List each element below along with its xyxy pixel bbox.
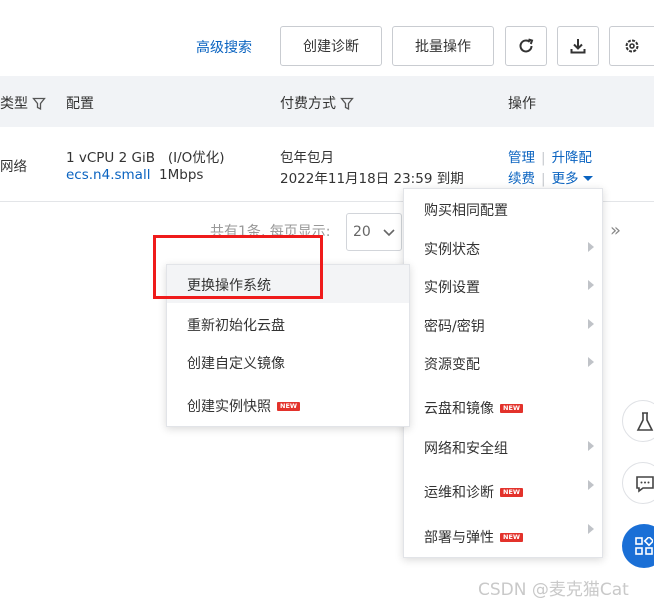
instance-type: ecs.n4.small 1Mbps bbox=[66, 167, 203, 183]
header-config: 配置 bbox=[66, 96, 94, 112]
next-page-icon[interactable]: » bbox=[610, 220, 621, 241]
download-button[interactable] bbox=[557, 26, 599, 66]
bandwidth: 1Mbps bbox=[159, 167, 204, 183]
filter-icon[interactable] bbox=[340, 97, 354, 111]
chevron-right-icon bbox=[588, 480, 594, 490]
chevron-right-icon bbox=[588, 524, 594, 534]
chevron-right-icon bbox=[588, 441, 594, 451]
network-type: 网络 bbox=[0, 159, 27, 175]
new-badge: NEW bbox=[500, 404, 524, 413]
manage-link[interactable]: 管理 bbox=[508, 150, 535, 166]
floating-lab-button[interactable] bbox=[622, 400, 654, 442]
submenu-item-create-snapshot[interactable]: 创建实例快照 NEW bbox=[187, 396, 301, 416]
instance-type-link[interactable]: ecs.n4.small bbox=[66, 167, 150, 183]
chat-icon bbox=[636, 476, 654, 493]
chevron-right-icon bbox=[588, 280, 594, 290]
header-type[interactable]: 类型 bbox=[0, 93, 46, 113]
renew-link[interactable]: 续费 bbox=[508, 171, 535, 187]
watermark-text: CSDN @麦克猫Cat bbox=[478, 580, 629, 600]
caret-down-icon bbox=[582, 176, 593, 181]
chevron-right-icon bbox=[588, 357, 594, 367]
chevron-right-icon bbox=[588, 319, 594, 329]
floating-apps-button[interactable] bbox=[622, 524, 654, 568]
action-links-1: 管理 | 升降配 bbox=[508, 150, 593, 166]
refresh-icon bbox=[519, 38, 534, 53]
header-payment[interactable]: 付费方式 bbox=[280, 93, 354, 113]
more-actions-dropdown: 购买相同配置 实例状态 实例设置 密码/密钥 资源变配 云盘和镜像 NEW 网络和… bbox=[403, 188, 603, 558]
refresh-button[interactable] bbox=[505, 26, 547, 66]
advanced-search-link[interactable]: 高级搜索 bbox=[196, 37, 252, 57]
menu-item-deploy-elastic[interactable]: 部署与弹性 NEW bbox=[424, 527, 524, 547]
menu-item-resource-change[interactable]: 资源变配 bbox=[424, 354, 480, 374]
menu-item-ops-diagnosis[interactable]: 运维和诊断 NEW bbox=[424, 482, 524, 502]
chevron-down-icon bbox=[383, 229, 395, 237]
menu-item-disk-image[interactable]: 云盘和镜像 NEW bbox=[424, 398, 524, 418]
menu-item-instance-status[interactable]: 实例状态 bbox=[424, 239, 480, 259]
submenu-item-create-image[interactable]: 创建自定义镜像 bbox=[187, 353, 285, 373]
apps-grid-icon bbox=[635, 537, 653, 555]
expire-time: 2022年11月18日 23:59 到期 bbox=[280, 171, 464, 187]
header-actions: 操作 bbox=[508, 96, 536, 112]
page-size-select[interactable]: 20 bbox=[346, 213, 402, 251]
menu-item-network-security[interactable]: 网络和安全组 bbox=[424, 438, 508, 458]
spec-text: 1 vCPU 2 GiB (I/O优化) bbox=[66, 150, 225, 166]
table-header: 类型 配置 付费方式 操作 bbox=[0, 76, 654, 127]
batch-operation-label: 批量操作 bbox=[415, 39, 471, 55]
flask-icon bbox=[636, 412, 654, 431]
create-diagnosis-button[interactable]: 创建诊断 bbox=[280, 26, 382, 66]
create-diagnosis-label: 创建诊断 bbox=[303, 39, 359, 55]
submenu-item-reinit-disk[interactable]: 重新初始化云盘 bbox=[187, 315, 285, 335]
more-link[interactable]: 更多 bbox=[552, 171, 593, 187]
upgrade-link[interactable]: 升降配 bbox=[552, 150, 593, 166]
annotation-highlight-box bbox=[153, 235, 323, 299]
new-badge: NEW bbox=[277, 402, 301, 411]
billing-method: 包年包月 bbox=[280, 150, 334, 166]
download-icon bbox=[570, 39, 586, 54]
floating-chat-button[interactable] bbox=[622, 462, 654, 504]
menu-item-instance-settings[interactable]: 实例设置 bbox=[424, 277, 480, 297]
action-links-2: 续费 | 更多 bbox=[508, 167, 593, 187]
batch-operation-button[interactable]: 批量操作 bbox=[392, 26, 494, 66]
gear-icon bbox=[625, 39, 639, 53]
menu-item-password-key[interactable]: 密码/密钥 bbox=[424, 316, 485, 336]
new-badge: NEW bbox=[500, 488, 524, 497]
filter-icon[interactable] bbox=[32, 97, 46, 111]
page-size-value: 20 bbox=[353, 224, 371, 240]
chevron-right-icon bbox=[588, 242, 594, 252]
settings-button[interactable] bbox=[609, 26, 654, 66]
new-badge: NEW bbox=[500, 533, 524, 542]
menu-item-buy-same[interactable]: 购买相同配置 bbox=[424, 200, 508, 220]
